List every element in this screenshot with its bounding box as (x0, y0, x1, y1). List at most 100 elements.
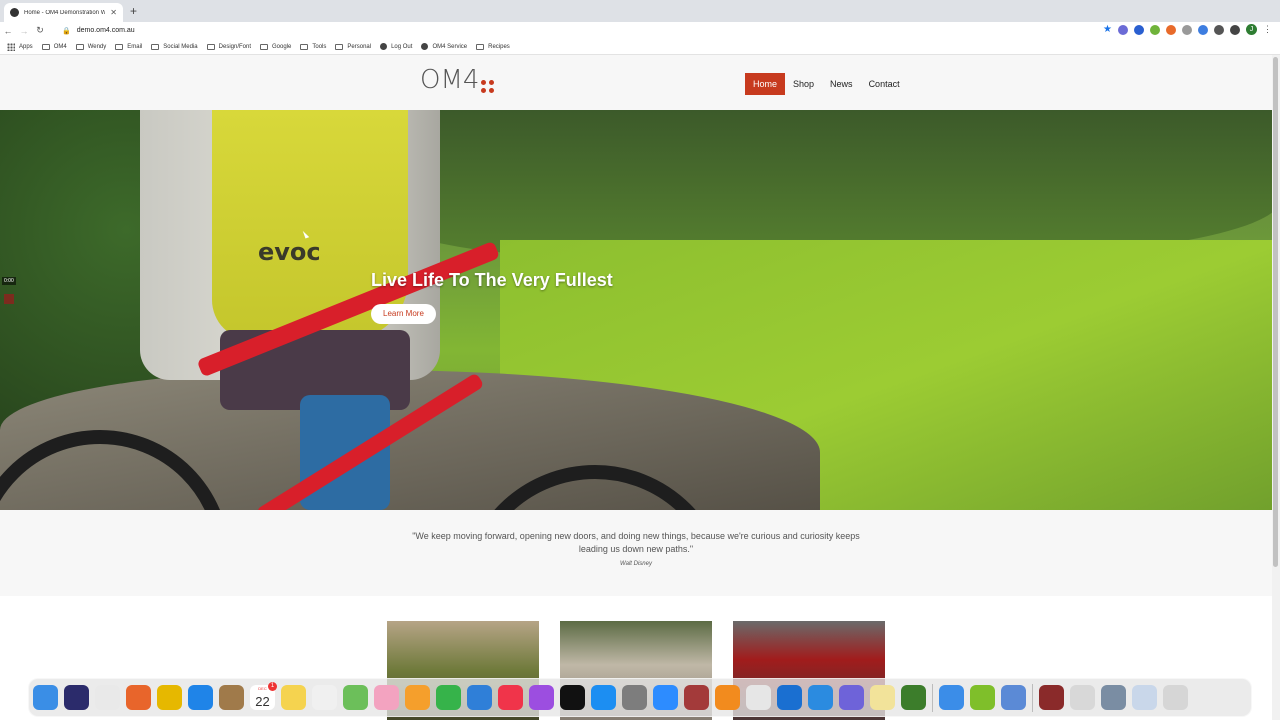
bookmark-om4-service[interactable]: OM4 Service (421, 43, 467, 50)
bookmark-log-out[interactable]: Log Out (380, 43, 412, 50)
bookmark-google[interactable]: Google (260, 43, 292, 50)
photos-icon[interactable] (374, 685, 399, 710)
bookmark-label: OM4 Service (432, 43, 468, 50)
globe-icon (421, 43, 429, 50)
extension-icon[interactable] (1134, 24, 1144, 35)
video-stop-icon[interactable] (4, 294, 14, 304)
bookmark-design-font[interactable]: Design/Font (206, 43, 251, 50)
calendar-badge: 1 (268, 682, 277, 691)
bookmark-personal[interactable]: Personal (335, 43, 372, 50)
bookmarks-bar: Apps OM4 Wendy Email Social Media Design… (0, 39, 1280, 55)
extension-icon[interactable] (1182, 24, 1192, 35)
reload-icon[interactable]: ↻ (32, 25, 48, 36)
folder-icon (300, 43, 309, 50)
nav-news[interactable]: News (822, 73, 861, 95)
nav-home[interactable]: Home (745, 73, 786, 95)
bookmark-label: Personal (347, 43, 372, 50)
chrome-icon[interactable] (157, 685, 182, 710)
launchpad-icon[interactable] (95, 685, 120, 710)
keynote-icon[interactable] (467, 685, 492, 710)
backpack-brand: evoc (258, 238, 321, 266)
app-store-icon[interactable] (591, 685, 616, 710)
dock-separator (932, 683, 933, 712)
puzzle-extensions-icon[interactable] (1230, 24, 1240, 35)
firefox-icon[interactable] (126, 685, 151, 710)
calendar-icon[interactable]: DEC 22 1 (250, 682, 277, 710)
bookmark-apps[interactable]: Apps (7, 42, 33, 51)
folder-icon (335, 43, 344, 50)
stickies-icon[interactable] (870, 685, 895, 710)
finder-icon[interactable] (33, 685, 58, 710)
folder-icon (206, 43, 215, 50)
pages-icon[interactable] (405, 685, 430, 710)
reminders-icon[interactable] (312, 685, 337, 710)
browser-tab[interactable]: Home - OM4 Demonstration W ✕ (4, 3, 123, 22)
bookmark-social-media[interactable]: Social Media (151, 43, 198, 50)
siri-icon[interactable] (64, 685, 89, 710)
vpn-icon[interactable] (808, 685, 833, 710)
extension-icon[interactable] (1198, 24, 1208, 35)
frogger-icon[interactable] (901, 685, 926, 710)
apple-tv-icon[interactable] (560, 685, 585, 710)
downloads-icon[interactable] (1132, 685, 1157, 710)
zoom-icon[interactable] (653, 685, 678, 710)
close-icon[interactable]: ✕ (110, 8, 117, 17)
dock-separator (1032, 683, 1033, 712)
bookmark-wendy[interactable]: Wendy (75, 43, 107, 50)
1password-icon[interactable] (777, 685, 802, 710)
nav-contact[interactable]: Contact (861, 73, 908, 95)
web-page: OM4 Home Shop News Contact evoc 0:00 Liv… (0, 55, 1272, 720)
w-app-icon[interactable] (970, 685, 995, 710)
site-logo[interactable]: OM4 (420, 65, 495, 95)
address-bar[interactable]: 🔒 demo.om4.com.au (58, 23, 1112, 38)
new-tab-icon[interactable]: + (130, 4, 137, 18)
folder-icon (151, 43, 160, 50)
scrollbar-thumb[interactable] (1273, 57, 1278, 567)
chrome-doc-icon[interactable] (1070, 685, 1095, 710)
learn-more-button[interactable]: Learn More (371, 304, 436, 324)
system-preferences-icon[interactable] (622, 685, 647, 710)
screenshot-doc-icon[interactable] (1101, 685, 1126, 710)
bookmark-star-icon[interactable]: ★ (1103, 24, 1112, 35)
bookmark-om4[interactable]: OM4 (41, 43, 67, 50)
quote-text: "We keep moving forward, opening new doo… (412, 531, 860, 554)
numbers-icon[interactable] (436, 685, 461, 710)
info-icon[interactable] (1214, 24, 1224, 35)
trash-icon[interactable] (1163, 685, 1188, 710)
mail-icon[interactable] (939, 685, 964, 710)
bookmark-label: Social Media (163, 43, 198, 50)
music-icon[interactable] (498, 685, 523, 710)
podcasts-icon[interactable] (529, 685, 554, 710)
menu-kebab-icon[interactable]: ⋮ (1263, 24, 1272, 35)
bookmark-email[interactable]: Email (115, 43, 142, 50)
nav-shop[interactable]: Shop (785, 73, 822, 95)
url-text: demo.om4.com.au (76, 27, 135, 34)
folder-icon (41, 43, 50, 50)
preview-icon[interactable] (1001, 685, 1026, 710)
avatar[interactable]: J (1246, 24, 1257, 35)
recent-doc-icon[interactable] (1039, 685, 1064, 710)
bookmark-label: Google (272, 43, 292, 50)
page-scrollbar[interactable] (1272, 55, 1280, 720)
site-header: OM4 Home Shop News Contact (0, 55, 1272, 110)
macos-dock: DEC 22 1 (28, 678, 1252, 717)
extension-icon[interactable] (1166, 24, 1176, 35)
dictionary-icon[interactable] (684, 685, 709, 710)
settings-flower-icon[interactable] (839, 685, 864, 710)
extension-icon[interactable] (1150, 24, 1160, 35)
maps-icon[interactable] (343, 685, 368, 710)
back-arrow-icon[interactable]: ← (0, 26, 16, 36)
extensions-area: ★ J ⋮ (1103, 24, 1272, 35)
textedit-icon[interactable] (746, 685, 771, 710)
forward-arrow-icon[interactable]: → (16, 26, 32, 36)
books-icon[interactable] (715, 685, 740, 710)
extension-icon[interactable] (1118, 24, 1128, 35)
notes-icon[interactable] (281, 685, 306, 710)
bookmark-label: Log Out (391, 43, 413, 50)
folder-icon (115, 43, 124, 50)
bookmark-label: Wendy (87, 43, 107, 50)
notefile-icon[interactable] (219, 685, 244, 710)
bookmark-recipes[interactable]: Recipes (476, 43, 510, 50)
bookmark-tools[interactable]: Tools (300, 43, 326, 50)
safari-icon[interactable] (188, 685, 213, 710)
